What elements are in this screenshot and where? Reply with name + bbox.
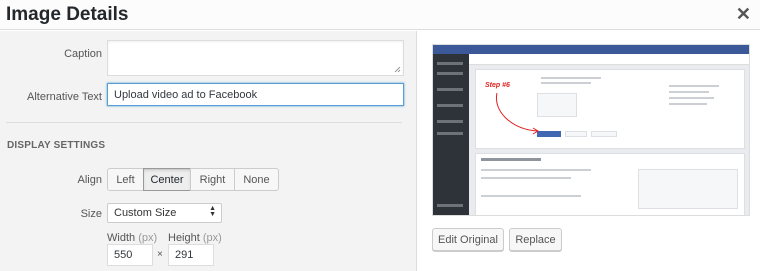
modal-title: Image Details — [6, 4, 129, 25]
width-input[interactable] — [107, 244, 153, 266]
select-arrows-icon: ▲ ▼ — [209, 205, 216, 218]
settings-panel: Caption Alternative Text DISPLAY SETTING… — [0, 31, 417, 271]
modal-header: Image Details ✕ — [0, 0, 760, 30]
size-select-value: Custom Size — [114, 207, 177, 219]
step-annotation: Step #6 — [485, 82, 510, 89]
width-unit: (px) — [138, 232, 158, 244]
replace-button[interactable]: Replace — [509, 228, 562, 251]
preview-upload-box — [537, 93, 577, 117]
preview-topbar — [433, 45, 749, 54]
alt-text-label: Alternative Text — [26, 91, 102, 103]
times-symbol: × — [157, 249, 163, 260]
align-right-button[interactable]: Right — [190, 168, 235, 191]
preview-sidebar — [433, 54, 469, 215]
align-label: Align — [77, 174, 102, 186]
edit-original-button[interactable]: Edit Original — [432, 228, 504, 251]
caption-label: Caption — [64, 48, 102, 60]
height-input[interactable] — [168, 244, 214, 266]
width-label-text: Width — [107, 232, 136, 244]
annotation-arrow-icon — [495, 92, 539, 135]
height-label: Height (px) — [168, 232, 222, 244]
size-label: Size — [80, 208, 102, 220]
resize-grip-icon[interactable] — [394, 66, 401, 73]
image-preview: Step #6 — [432, 44, 750, 216]
preview-toolbar — [469, 54, 749, 65]
caption-textarea[interactable] — [107, 40, 404, 76]
close-icon[interactable]: ✕ — [736, 5, 751, 23]
display-settings-heading: DISPLAY SETTINGS — [7, 140, 106, 151]
align-button-group: Left Center Right None — [107, 168, 279, 191]
height-label-text: Height — [168, 232, 200, 244]
height-unit: (px) — [202, 232, 222, 244]
divider — [6, 122, 402, 123]
align-left-button[interactable]: Left — [107, 168, 144, 191]
align-center-button[interactable]: Center — [143, 168, 191, 191]
preview-panel: Step #6 Edit Original Replace — [418, 31, 760, 271]
size-select[interactable]: Custom Size ▲ ▼ — [107, 203, 222, 223]
align-none-button[interactable]: None — [234, 168, 279, 191]
width-label: Width (px) — [107, 232, 157, 244]
alt-text-input[interactable] — [107, 83, 404, 106]
